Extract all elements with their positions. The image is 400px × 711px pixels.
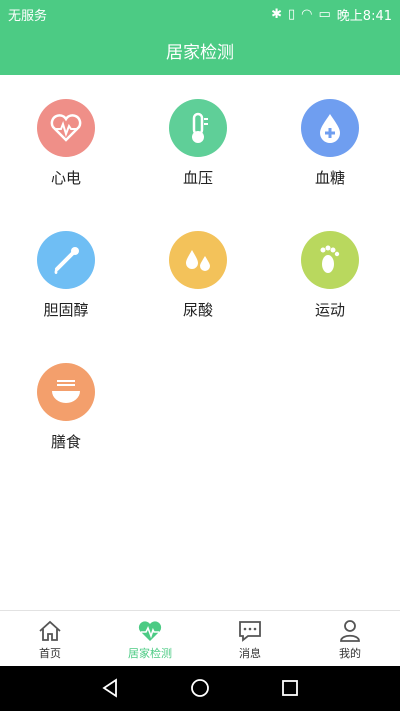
drops-icon [169,231,227,289]
grid-item-uric-acid[interactable]: 尿酸 [138,231,258,320]
tab-label: 首页 [39,647,61,660]
dropper-icon [37,231,95,289]
status-time: 晚上8:41 [336,9,392,24]
battery-icon: ▭ [318,7,331,22]
tab-home-monitoring[interactable]: 居家检测 [100,611,200,667]
tab-label: 我的 [339,647,361,660]
wifi-icon: ◠ [301,7,313,22]
tab-messages[interactable]: 消息 [200,611,300,667]
grid-item-label: 血压 [182,169,213,187]
grid-item-label: 运动 [314,301,345,319]
footprint-icon [301,231,359,289]
tab-label: 消息 [239,647,261,660]
grid-item-exercise[interactable]: 运动 [270,231,390,320]
tab-profile[interactable]: 我的 [300,611,400,667]
status-bar: 无服务 ✱ ▯ ◠ ▭ 晚上8:41 [0,0,400,28]
vibrate-icon: ▯ [288,7,296,22]
home-nav-icon[interactable] [190,678,210,698]
grid-item-ecg[interactable]: 心电 [6,99,126,188]
back-icon[interactable] [100,678,120,698]
grid-item-label: 膳食 [50,433,81,451]
status-icons: ✱ ▯ ◠ ▭ 晚上8:41 [271,5,392,24]
recents-icon[interactable] [280,678,300,698]
carrier-text: 无服务 [8,9,48,24]
system-nav-bar [0,666,400,711]
blood-drop-plus-icon [301,99,359,157]
grid-item-label: 尿酸 [182,301,213,319]
bowl-icon [37,363,95,421]
grid-item-blood-sugar[interactable]: 血糖 [270,99,390,188]
heart-pulse-icon [138,621,162,641]
grid-item-diet[interactable]: 膳食 [6,363,126,452]
bluetooth-icon: ✱ [271,7,282,22]
tab-home[interactable]: 首页 [0,611,100,667]
grid-item-label: 心电 [50,169,81,187]
user-icon [340,620,360,642]
tab-label: 居家检测 [128,647,172,660]
grid-item-label: 血糖 [314,169,345,187]
app-header: 无服务 ✱ ▯ ◠ ▭ 晚上8:41 居家检测 [0,0,400,75]
grid-item-blood-pressure[interactable]: 血压 [138,99,258,188]
message-icon [239,621,261,642]
bottom-tab-bar: 首页 居家检测 消息 我的 [0,610,400,667]
grid-item-cholesterol[interactable]: 胆固醇 [6,231,126,320]
page-title: 居家检测 [166,43,234,63]
heart-pulse-icon [37,99,95,157]
grid-item-label: 胆固醇 [43,301,89,319]
home-icon [39,620,61,641]
thermometer-icon [169,99,227,157]
